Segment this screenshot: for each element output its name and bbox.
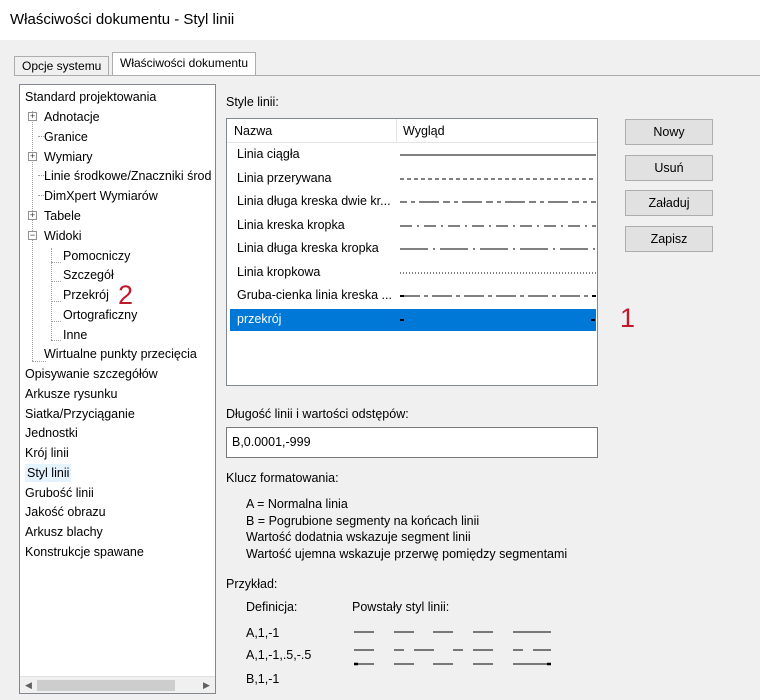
line-style-name: Linia ciągła <box>237 147 300 161</box>
collapse-widoki[interactable]: − <box>28 231 37 240</box>
line-preview-section <box>400 319 595 321</box>
example-result-header: Powstały styl linii: <box>352 600 450 614</box>
line-style-name: Linia kropkowa <box>237 265 321 279</box>
line-style-name: Linia kreska kropka <box>237 218 345 232</box>
tab-document-properties[interactable]: Właściwości dokumentu <box>112 52 257 76</box>
expand-adnotacje[interactable]: + <box>28 112 37 121</box>
tree-connector <box>51 321 61 322</box>
tree-connector <box>51 281 61 282</box>
line-preview-dash-dot <box>400 225 596 227</box>
line-style-name: Linia przerywana <box>237 171 332 185</box>
tree-connector <box>51 262 61 263</box>
line-styles-label: Style linii: <box>226 95 279 109</box>
format-key-label: Klucz formatowania: <box>226 471 339 485</box>
line-style-row[interactable]: Linia ciągła <box>230 144 596 166</box>
line-preview-long-dash-dot <box>400 248 596 250</box>
line-preview-long-two-short <box>400 201 596 203</box>
expand-tabele[interactable]: + <box>28 211 37 220</box>
tree-item-konstrukcje-spawane[interactable]: Konstrukcje spawane <box>25 543 144 561</box>
example-definition: B,1,-1 <box>246 672 280 686</box>
line-preview-dashed <box>400 178 596 180</box>
tree-item-pomocniczy[interactable]: Pomocniczy <box>63 247 130 265</box>
line-style-row[interactable]: Linia kreska kropka <box>230 215 596 237</box>
example-line-previews <box>354 631 551 666</box>
format-key-line: Wartość dodatnia wskazuje segment linii <box>246 530 471 544</box>
tree-item-jednostki[interactable]: Jednostki <box>25 424 78 442</box>
tree-item-wymiary[interactable]: Wymiary <box>44 148 93 166</box>
format-key-line: Wartość ujemna wskazuje przerwę pomiędzy… <box>246 547 568 561</box>
scroll-left-icon[interactable]: ◀ <box>20 677 37 693</box>
example-label: Przykład: <box>226 577 278 591</box>
tree-item-przekroj[interactable]: Przekrój <box>63 286 109 304</box>
tree-item-standard[interactable]: Standard projektowania <box>25 88 156 106</box>
line-style-name: Linia długa kreska dwie kr... <box>237 194 391 208</box>
tree-item-inne[interactable]: Inne <box>63 326 87 344</box>
tree-item-szczegol[interactable]: Szczegół <box>63 266 114 284</box>
annotation-2: 2 <box>118 280 134 310</box>
line-style-row[interactable]: Linia długa kreska dwie kr... <box>230 191 596 213</box>
tree-item-grubosc-linii[interactable]: Grubość linii <box>25 484 94 502</box>
new-button[interactable]: Nowy <box>625 119 713 145</box>
list-header: Nazwa Wygląd <box>227 119 597 143</box>
example-definition: A,1,-1,.5,-.5 <box>246 648 312 662</box>
tab-system-options[interactable]: Opcje systemu <box>14 56 110 76</box>
window-title: Właściwości dokumentu - Styl linii <box>0 0 760 40</box>
tree-item-arkusz-blachy[interactable]: Arkusz blachy <box>25 523 103 541</box>
column-header-name[interactable]: Nazwa <box>234 124 272 138</box>
line-preview-dotted <box>400 272 596 274</box>
tree-item-widoki[interactable]: Widoki <box>44 227 82 245</box>
tree-item-adnotacje[interactable]: Adnotacje <box>44 108 100 126</box>
column-separator <box>396 119 397 143</box>
length-label: Długość linii i wartości odstępów: <box>226 407 409 421</box>
column-header-look[interactable]: Wygląd <box>403 124 445 138</box>
line-style-row-selected[interactable]: przekrój <box>230 309 596 331</box>
scroll-thumb[interactable] <box>37 680 175 691</box>
line-style-name: przekrój <box>237 312 282 326</box>
tab-strip: Opcje systemu Właściwości dokumentu <box>0 52 760 76</box>
example-definition: A,1,-1 <box>246 626 280 640</box>
tree-item-linie-srodkowe[interactable]: Linie środkowe/Znaczniki środ <box>44 167 211 185</box>
tree-item-styl-linii[interactable]: Styl linii <box>25 464 72 482</box>
tree-horizontal-scrollbar[interactable]: ◀ ▶ <box>20 676 215 693</box>
format-key-line: A = Normalna linia <box>246 497 348 511</box>
save-button[interactable]: Zapisz <box>625 226 713 252</box>
tree-item-arkusze-rysunku[interactable]: Arkusze rysunku <box>25 385 117 403</box>
line-styles-list[interactable]: Nazwa Wygląd Linia ciągła Linia przerywa… <box>226 118 598 386</box>
annotation-1: 1 <box>620 303 636 333</box>
length-input[interactable]: B,0.0001,-999 <box>226 427 598 458</box>
line-preview-thick-thin <box>400 295 596 297</box>
format-key-line: B = Pogrubione segmenty na końcach linii <box>246 514 480 528</box>
expand-wymiary[interactable]: + <box>28 152 37 161</box>
example-definition-header: Definicja: <box>246 600 298 614</box>
delete-button[interactable]: Usuń <box>625 155 713 181</box>
tree-connector <box>51 340 61 341</box>
tree-item-jakosc-obrazu[interactable]: Jakość obrazu <box>25 503 106 521</box>
line-preview-solid <box>400 154 596 156</box>
scroll-right-icon[interactable]: ▶ <box>198 677 215 693</box>
tree-item-wirtualne-punkty[interactable]: Wirtualne punkty przecięcia <box>44 345 197 363</box>
line-style-row[interactable]: Gruba-cienka linia kreska ... <box>230 285 596 307</box>
line-style-row[interactable]: Linia długa kreska kropka <box>230 238 596 260</box>
line-style-row[interactable]: Linia kropkowa <box>230 262 596 284</box>
line-style-name: Linia długa kreska kropka <box>237 241 379 255</box>
tree-content: + + + − Standard projektowania Adnotacje… <box>20 85 215 675</box>
tree-item-tabele[interactable]: Tabele <box>44 207 81 225</box>
tree-connector <box>51 301 61 302</box>
load-button[interactable]: Załaduj <box>625 190 713 216</box>
tree-item-granice[interactable]: Granice <box>44 128 88 146</box>
tree-item-siatka[interactable]: Siatka/Przyciąganie <box>25 405 135 423</box>
options-tree[interactable]: + + + − Standard projektowania Adnotacje… <box>19 84 216 694</box>
tree-item-dimxpert[interactable]: DimXpert Wymiarów <box>44 187 158 205</box>
tree-item-kroj-linii[interactable]: Krój linii <box>25 444 69 462</box>
line-style-name: Gruba-cienka linia kreska ... <box>237 288 392 302</box>
line-style-row[interactable]: Linia przerywana <box>230 168 596 190</box>
tree-item-opisywanie[interactable]: Opisywanie szczegółów <box>25 365 158 383</box>
